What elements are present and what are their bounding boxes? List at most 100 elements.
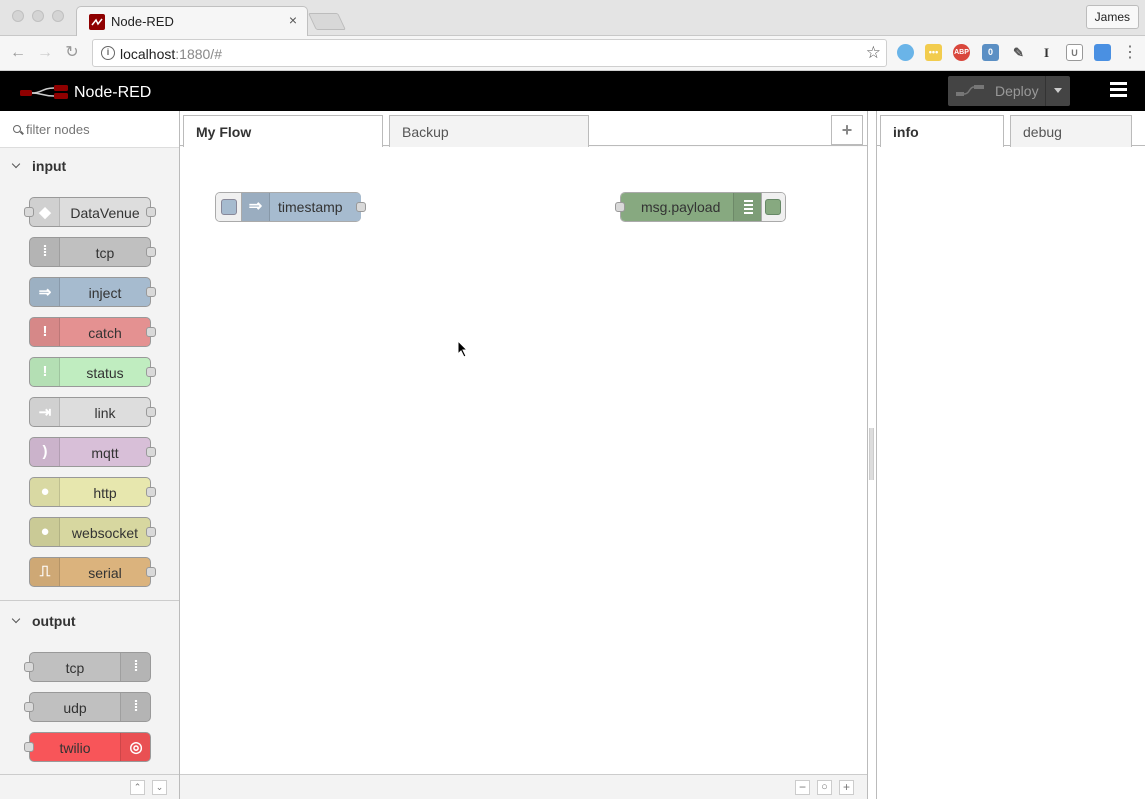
url-text[interactable]: localhost:1880/# — [120, 46, 222, 62]
category-label: output — [32, 613, 76, 629]
caret-down-icon[interactable] — [1054, 88, 1062, 93]
window-zoom-button[interactable] — [52, 10, 64, 22]
tab-info[interactable]: info — [880, 115, 1004, 147]
inject-button-area[interactable] — [216, 193, 242, 221]
palette-node-label: tcp — [95, 245, 115, 261]
palette-node-websocket[interactable]: ● websocket — [29, 517, 156, 547]
more-menu-icon[interactable]: ⋮ — [1120, 43, 1140, 63]
node-icon-glyph: ● — [40, 483, 50, 500]
filter-nodes-input[interactable] — [26, 122, 166, 137]
profile-button[interactable]: James — [1085, 5, 1139, 29]
node-icon-glyph: ! — [42, 323, 48, 340]
new-tab-button[interactable] — [308, 13, 346, 30]
deploy-button[interactable]: Deploy — [948, 76, 1070, 106]
node-label: timestamp — [278, 199, 343, 215]
palette-node-label: mqtt — [91, 445, 119, 461]
zoom-in-button[interactable]: + — [839, 780, 854, 795]
deploy-label: Deploy — [995, 83, 1039, 99]
browser-titlebar: Node-RED × James — [0, 0, 1145, 36]
bridge-icon: ⁞ — [120, 693, 150, 721]
radio-waves-icon: ) — [30, 438, 60, 466]
search-icon — [13, 125, 21, 133]
pin-icon[interactable]: ✎ — [1010, 44, 1027, 61]
debug-toggle-area[interactable] — [761, 193, 785, 221]
palette-node-datavenue[interactable]: ◆ DataVenue — [24, 197, 156, 227]
output-port — [146, 367, 156, 377]
palette-node-http[interactable]: ● http — [29, 477, 156, 507]
bookmark-star-icon[interactable]: ☆ — [866, 43, 881, 63]
tab-label: Backup — [402, 124, 449, 140]
node-icon-glyph: ● — [40, 523, 50, 540]
node-icon-glyph: ! — [42, 363, 48, 380]
node-icon-glyph: ⇥ — [38, 404, 52, 421]
inject-node-timestamp[interactable]: ⇒ timestamp — [215, 192, 366, 222]
palette-node-status[interactable]: ! status — [29, 357, 156, 387]
palette-node-tcp[interactable]: ⁞ tcp — [24, 652, 151, 682]
category-label: input — [32, 158, 67, 174]
back-icon[interactable]: ← — [8, 43, 28, 63]
tab-backup[interactable]: Backup — [389, 115, 589, 147]
chevron-down-icon — [11, 159, 21, 169]
browser-tab-title: Node-RED — [111, 14, 174, 29]
tab-debug[interactable]: debug — [1010, 115, 1132, 147]
output-port — [146, 327, 156, 337]
output-port — [146, 407, 156, 417]
globe-icon: ● — [30, 478, 60, 506]
tab-label: My Flow — [196, 124, 252, 140]
input-port[interactable] — [615, 202, 625, 212]
forward-icon[interactable]: → — [35, 43, 55, 63]
tab-my-flow[interactable]: My Flow — [183, 115, 383, 147]
palette-node-label: tcp — [65, 660, 85, 676]
add-flow-button[interactable]: + — [831, 115, 863, 145]
notes-icon[interactable]: ••• — [925, 44, 942, 61]
collapse-all-button[interactable]: ⌃ — [130, 780, 145, 795]
expand-all-button[interactable]: ⌄ — [152, 780, 167, 795]
info-icon[interactable]: i — [101, 46, 115, 60]
palette-category-output[interactable]: output — [0, 606, 179, 636]
palette-node-label: status — [86, 365, 124, 381]
sidebar-resize-handle[interactable] — [869, 428, 874, 480]
palette-node-serial[interactable]: ⎍ serial — [29, 557, 156, 587]
output-port — [146, 247, 156, 257]
palette-node-link[interactable]: ⇥ link — [29, 397, 156, 427]
browser-tab-node-red[interactable]: Node-RED × — [76, 6, 308, 36]
output-port[interactable] — [356, 202, 366, 212]
palette-node-twilio[interactable]: ◎ twilio — [24, 732, 151, 762]
debug-toggle-button[interactable] — [765, 199, 781, 215]
palette-node-inject[interactable]: ⇒ inject — [29, 277, 156, 307]
zoom-reset-button[interactable]: ○ — [817, 780, 832, 795]
tab-close-icon[interactable]: × — [289, 12, 297, 28]
palette-node-tcp[interactable]: ⁞ tcp — [29, 237, 156, 267]
workspace: My Flow Backup + ⇒ timestamp msg.payload — [180, 111, 868, 799]
adblock-icon[interactable]: ABP — [953, 44, 970, 61]
password-icon[interactable]: 0 — [982, 44, 999, 61]
inject-trigger-button[interactable] — [221, 199, 237, 215]
main-menu-button[interactable] — [1110, 82, 1128, 99]
zoom-out-button[interactable]: − — [795, 780, 810, 795]
mouse-cursor-icon — [457, 339, 469, 361]
camera-icon[interactable] — [1094, 44, 1111, 61]
node-icon-glyph: ⎍ — [39, 563, 51, 580]
flow-canvas[interactable]: ⇒ timestamp msg.payload — [180, 147, 867, 774]
reload-icon[interactable]: ↻ — [62, 43, 82, 63]
node-icon-glyph: ◎ — [129, 739, 143, 756]
window-close-button[interactable] — [12, 10, 24, 22]
debug-node-msg-payload[interactable]: msg.payload — [615, 192, 786, 222]
deploy-separator — [1045, 76, 1046, 106]
palette-node-mqtt[interactable]: ) mqtt — [29, 437, 156, 467]
palette-node-udp[interactable]: ⁞ udp — [24, 692, 151, 722]
palette-node-catch[interactable]: ! catch — [29, 317, 156, 347]
workspace-footer: − ○ + — [180, 774, 867, 799]
input-port — [24, 662, 34, 672]
address-bar[interactable]: i localhost:1880/# ☆ — [92, 39, 887, 67]
text-cursor-icon[interactable]: I — [1038, 44, 1055, 61]
node-label: msg.payload — [641, 199, 721, 215]
u-box-icon[interactable]: U — [1066, 44, 1083, 61]
window-minimize-button[interactable] — [32, 10, 44, 22]
vimeo-icon[interactable] — [897, 44, 914, 61]
palette-category-input[interactable]: input — [0, 151, 179, 181]
node-body: msg.payload — [621, 193, 761, 221]
inject-arrow-icon: ⇒ — [30, 278, 60, 306]
palette-node-label: serial — [88, 565, 122, 581]
node-red-favicon-icon — [89, 14, 105, 30]
